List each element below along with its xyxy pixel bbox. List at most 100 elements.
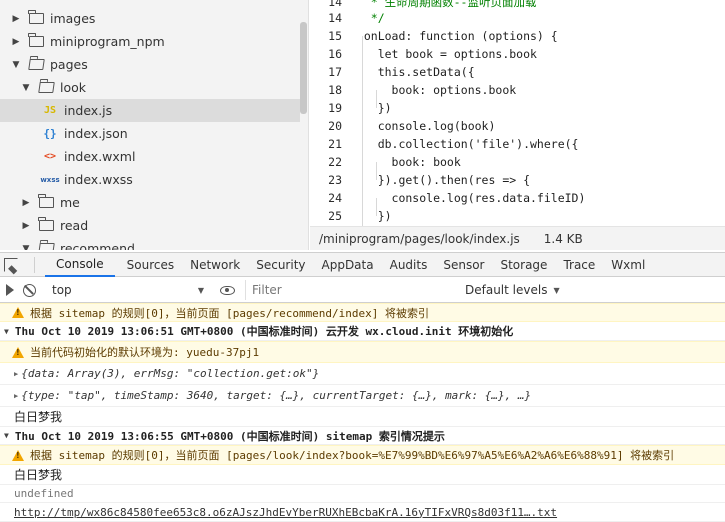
tree-item-look[interactable]: ▼ look: [0, 76, 300, 99]
folder-icon: [38, 194, 54, 210]
tree-item-images[interactable]: ▶ images: [0, 7, 300, 30]
chevron-down-icon: ▼: [197, 285, 204, 295]
tab-audits[interactable]: Audits: [390, 252, 444, 277]
chevron-down-icon[interactable]: ▼: [20, 244, 32, 251]
line-text: console.log(res.data.fileID): [350, 191, 586, 205]
line-number: 22: [328, 155, 342, 169]
tab-sources[interactable]: Sources: [127, 252, 190, 277]
filter-input[interactable]: [245, 280, 459, 300]
code-line: 19 }): [310, 99, 725, 117]
chevron-right-icon[interactable]: ▶: [10, 37, 22, 47]
console-output[interactable]: 根据 sitemap 的规则[0]，当前页面 [pages/recommend/…: [0, 303, 725, 522]
tree-item-index-js[interactable]: JS index.js: [0, 99, 300, 122]
console-warning[interactable]: 根据 sitemap 的规则[0]，当前页面 [pages/look/index…: [0, 445, 725, 465]
tree-item-index-wxml[interactable]: <> index.wxml: [0, 145, 300, 168]
tab-storage[interactable]: Storage: [500, 252, 563, 277]
tree-item-pages[interactable]: ▼ pages: [0, 53, 300, 76]
folder-icon: [28, 10, 44, 26]
code-line: 21 db.collection('file').where({: [310, 135, 725, 153]
code-editor[interactable]: 14 * 生命周期函数--监听页面加载 14 */ 15 onLoad: fun…: [310, 0, 725, 226]
tab-wxml[interactable]: Wxml: [611, 252, 661, 277]
message-text: 根据 sitemap 的规则[0]，当前页面 [pages/look/index…: [30, 449, 675, 462]
tree-item-index-json[interactable]: {} index.json: [0, 122, 300, 145]
console-object[interactable]: ▶ {type: "tap", timeStamp: 3640, target:…: [0, 385, 725, 407]
message-text: {type: "tap", timeStamp: 3640, target: {…: [21, 389, 532, 402]
message-text: {data: Array(3), errMsg: "collection.get…: [21, 367, 320, 380]
chevron-down-icon[interactable]: ▼: [4, 327, 9, 336]
line-number: 23: [328, 173, 342, 187]
tmp-file-link[interactable]: http://tmp/wx86c84580fee653c8.o6zAJszJhd…: [0, 506, 557, 519]
line-text: }): [350, 101, 392, 115]
code-line: 25 }): [310, 207, 725, 225]
line-text: let book = options.book: [350, 47, 537, 61]
code-line: 14 */: [310, 9, 725, 27]
tree-item-read[interactable]: ▶ read: [0, 214, 300, 237]
tab-appdata[interactable]: AppData: [322, 252, 390, 277]
tree-item-miniprogram-npm[interactable]: ▶ miniprogram_npm: [0, 30, 300, 53]
console-warning[interactable]: 根据 sitemap 的规则[0]，当前页面 [pages/recommend/…: [0, 303, 725, 322]
folder-open-icon: [37, 242, 55, 250]
line-number: 16: [328, 47, 342, 61]
tab-trace[interactable]: Trace: [563, 252, 611, 277]
eye-icon[interactable]: [220, 285, 235, 295]
folder-icon: [38, 217, 54, 233]
line-text: }).get().then(res => {: [350, 173, 531, 187]
line-number: 21: [328, 137, 342, 151]
console-log[interactable]: undefined: [0, 485, 725, 503]
chevron-right-icon[interactable]: ▶: [20, 221, 32, 231]
json-file-icon: {}: [43, 127, 57, 140]
console-log[interactable]: 白日梦我: [0, 465, 725, 485]
line-number: 17: [328, 65, 342, 79]
tab-security[interactable]: Security: [256, 252, 321, 277]
chevron-down-icon: ▼: [553, 285, 560, 295]
line-text: }): [350, 209, 392, 223]
line-number: 14: [328, 0, 342, 9]
inspect-element-icon[interactable]: [4, 257, 18, 272]
tree-item-me[interactable]: ▶ me: [0, 191, 300, 214]
tab-console[interactable]: Console: [45, 252, 115, 277]
tree-item-index-wxss[interactable]: wxss index.wxss: [0, 168, 300, 191]
divider: [34, 256, 35, 273]
log-levels-dropdown[interactable]: Default levels ▼: [465, 283, 560, 297]
file-explorer: ▶ images ▶ miniprogram_npm ▼ pages ▼ loo…: [0, 0, 309, 250]
clear-console-icon[interactable]: [23, 283, 36, 297]
console-link-row[interactable]: http://tmp/wx86c84580fee653c8.o6zAJszJhd…: [0, 503, 725, 522]
line-number: 20: [328, 119, 342, 133]
context-selector[interactable]: top ▼: [46, 280, 212, 300]
line-text: onLoad: function (options) {: [350, 29, 558, 43]
tree-item-label: me: [60, 195, 80, 210]
chevron-right-icon[interactable]: ▶: [20, 198, 32, 208]
tree-item-recommend[interactable]: ▼ recommend: [0, 237, 300, 250]
line-text: db.collection('file').where({: [350, 137, 579, 151]
tab-sensor[interactable]: Sensor: [443, 252, 500, 277]
console-object[interactable]: ▶ {data: Array(3), errMsg: "collection.g…: [0, 363, 725, 385]
chevron-down-icon[interactable]: ▼: [20, 83, 32, 93]
chevron-right-icon[interactable]: ▶: [14, 370, 18, 378]
chevron-down-icon[interactable]: ▼: [4, 431, 9, 440]
line-text: book: options.book: [350, 83, 517, 97]
tab-network[interactable]: Network: [190, 252, 256, 277]
code-line: 24 console.log(res.data.fileID): [310, 189, 725, 207]
console-group-header[interactable]: ▼ Thu Oct 10 2019 13:06:55 GMT+0800 (中国标…: [0, 427, 725, 445]
devtools-tabbar: Console Sources Network Security AppData…: [0, 252, 725, 277]
chevron-down-icon[interactable]: ▼: [10, 60, 22, 70]
file-size: 1.4 KB: [543, 231, 583, 246]
line-number: 18: [328, 83, 342, 97]
javascript-file-icon: JS: [43, 105, 57, 116]
code-line: 22 book: book: [310, 153, 725, 171]
play-icon[interactable]: [6, 284, 14, 296]
console-group-header[interactable]: ▼ Thu Oct 10 2019 13:06:51 GMT+0800 (中国标…: [0, 322, 725, 341]
chevron-right-icon[interactable]: ▶: [14, 392, 18, 400]
chevron-right-icon[interactable]: ▶: [10, 14, 22, 24]
context-value: top: [52, 283, 72, 297]
console-toolbar: top ▼ Default levels ▼: [0, 278, 725, 303]
explorer-scrollbar[interactable]: [300, 22, 307, 114]
tree-item-label: look: [60, 80, 87, 95]
console-warning[interactable]: 当前代码初始化的默认环境为: yuedu-37pj1: [0, 341, 725, 363]
code-line: 23 }).get().then(res => {: [310, 171, 725, 189]
message-text: undefined: [14, 487, 74, 500]
line-number: 19: [328, 101, 342, 115]
editor-status-bar: /miniprogram/pages/look/index.js 1.4 KB: [310, 226, 725, 250]
message-text: Thu Oct 10 2019 13:06:51 GMT+0800 (中国标准时…: [14, 325, 514, 338]
console-log[interactable]: 白日梦我: [0, 407, 725, 427]
